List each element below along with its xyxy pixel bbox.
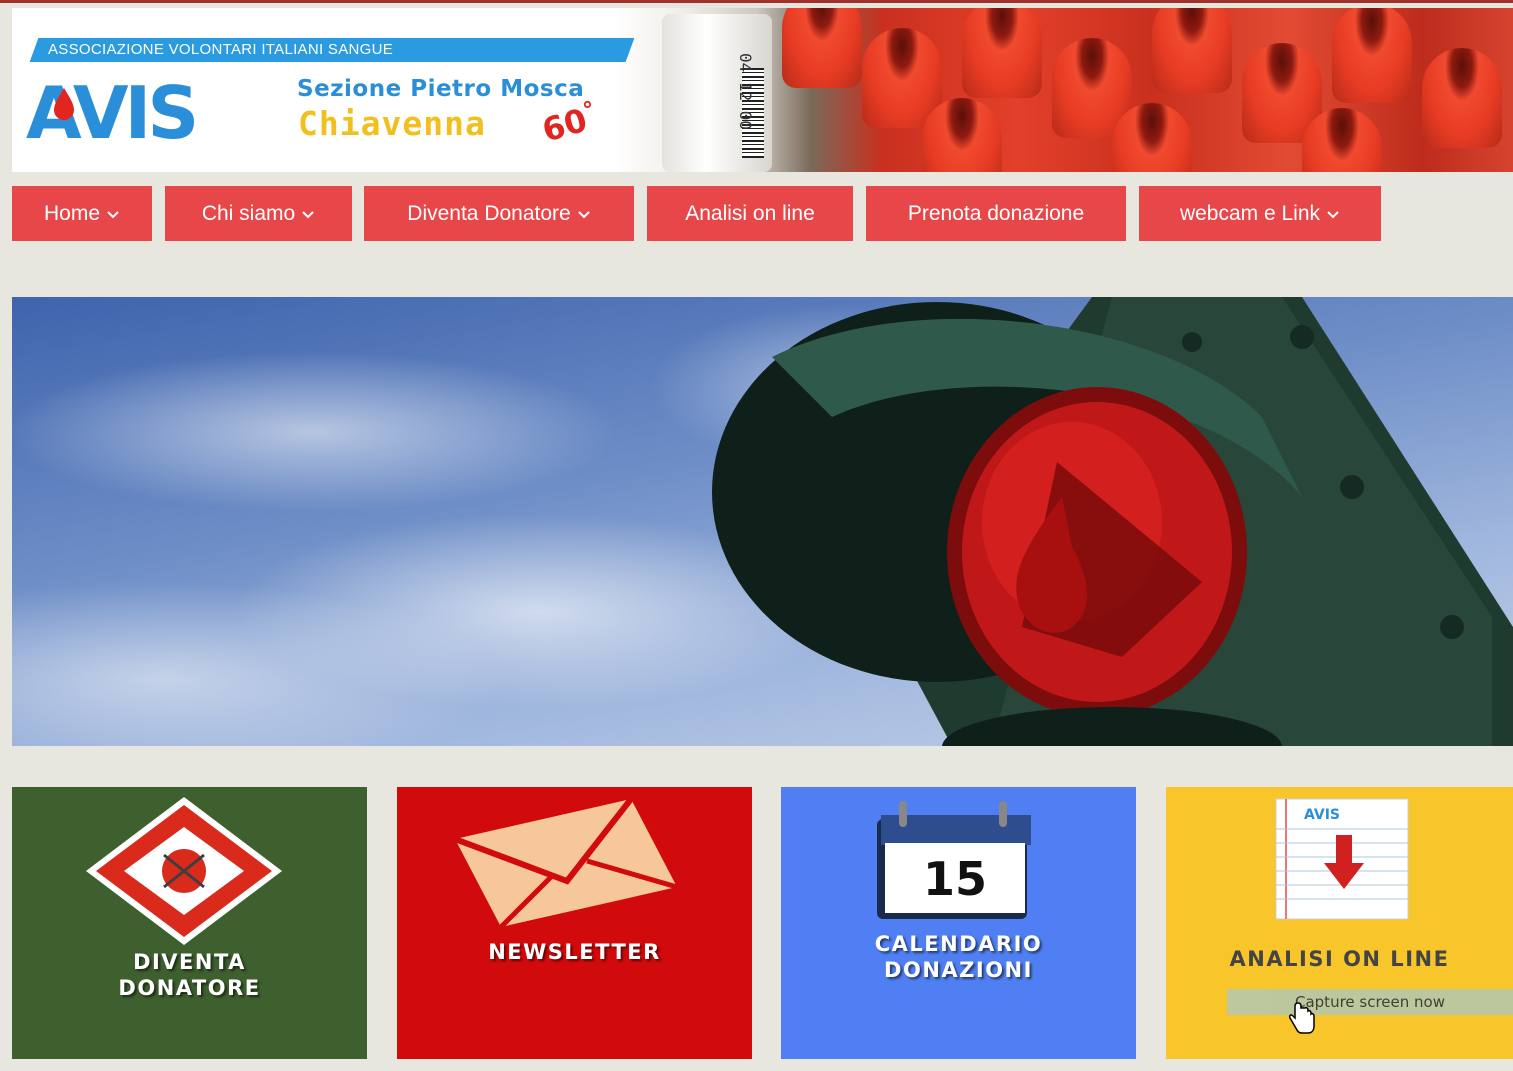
traffic-light-illustration [712, 297, 1513, 746]
calendar-day: 15 [923, 852, 987, 906]
tile-label-line1: CALENDARIO [874, 932, 1043, 956]
nav-webcam-e-link[interactable]: webcam e Link [1139, 186, 1381, 241]
avis-logo[interactable]: AVIS [24, 74, 238, 144]
tile-label-line2: DONAZIONI [884, 958, 1033, 982]
avis-logo-text: AVIS [26, 74, 195, 144]
nav-chi-siamo[interactable]: Chi siamo [165, 186, 352, 241]
nav-label: Prenota donazione [907, 201, 1085, 225]
nav-label: Chi siamo [201, 201, 296, 225]
report-logo: AVIS [1304, 807, 1340, 823]
blood-tubes-photo: 04 12 00 [612, 8, 1513, 172]
tile-newsletter[interactable]: NEWSLETTER [397, 787, 752, 1059]
nav-label: webcam e Link [1179, 201, 1321, 225]
tube-cap [782, 8, 862, 88]
nav-label: Analisi on line [685, 201, 815, 225]
hand-cursor-icon [1289, 1002, 1315, 1034]
tube-cap [962, 8, 1042, 98]
nav-label: Diventa Donatore [407, 201, 571, 225]
hero-banner [12, 297, 1513, 746]
tile-calendario-donazioni[interactable]: 15 CALENDARIO DONAZIONI [781, 787, 1136, 1059]
tile-label-line1: NEWSLETTER [488, 940, 661, 964]
nav-home[interactable]: Home [12, 186, 152, 241]
capture-screen-button[interactable]: Capture screen now [1227, 989, 1513, 1015]
section-name: Sezione Pietro Mosca [297, 76, 585, 102]
tube-cap [1112, 103, 1192, 172]
envelope-icon [455, 799, 678, 927]
nav-diventa-donatore[interactable]: Diventa Donatore [364, 186, 634, 241]
tube-cap [1332, 8, 1412, 103]
association-name: ASSOCIAZIONE VOLONTARI ITALIANI SANGUE [48, 41, 394, 58]
tube-cap [922, 98, 1002, 172]
donor-emblem-icon [86, 797, 282, 945]
tile-label-line1: DIVENTA [133, 950, 246, 974]
nav-prenota-donazione[interactable]: Prenota donazione [866, 186, 1126, 241]
vial-label: 04 12 00 [736, 52, 756, 131]
top-accent-line [0, 0, 1513, 3]
nav-label: Home [43, 201, 101, 225]
nav-analisi-on-line[interactable]: Analisi on line [647, 186, 853, 241]
tube-cap [1152, 8, 1232, 93]
chevron-down-icon [578, 210, 590, 218]
anniversary-badge: 60° [538, 97, 602, 149]
chevron-down-icon [107, 210, 119, 218]
tile-label-line1: ANALISI ON LINE [1229, 947, 1450, 971]
tile-analisi-on-line[interactable]: AVIS ANALISI ON LINE [1166, 787, 1513, 1059]
tube-cap [1302, 108, 1382, 172]
report-document-icon: AVIS [1275, 798, 1409, 920]
tube-cap [1422, 48, 1502, 148]
chevron-down-icon [1327, 210, 1339, 218]
tile-label-line2: DONATORE [118, 976, 261, 1000]
tile-diventa-donatore[interactable]: DIVENTA DONATORE [12, 787, 367, 1059]
city-name: Chiavenna [298, 104, 486, 143]
site-header: 04 12 00 ASSOCIAZIONE VOLONTARI ITALIANI… [12, 8, 1513, 172]
calendar-icon: 15 [877, 801, 1031, 919]
chevron-down-icon [302, 210, 314, 218]
